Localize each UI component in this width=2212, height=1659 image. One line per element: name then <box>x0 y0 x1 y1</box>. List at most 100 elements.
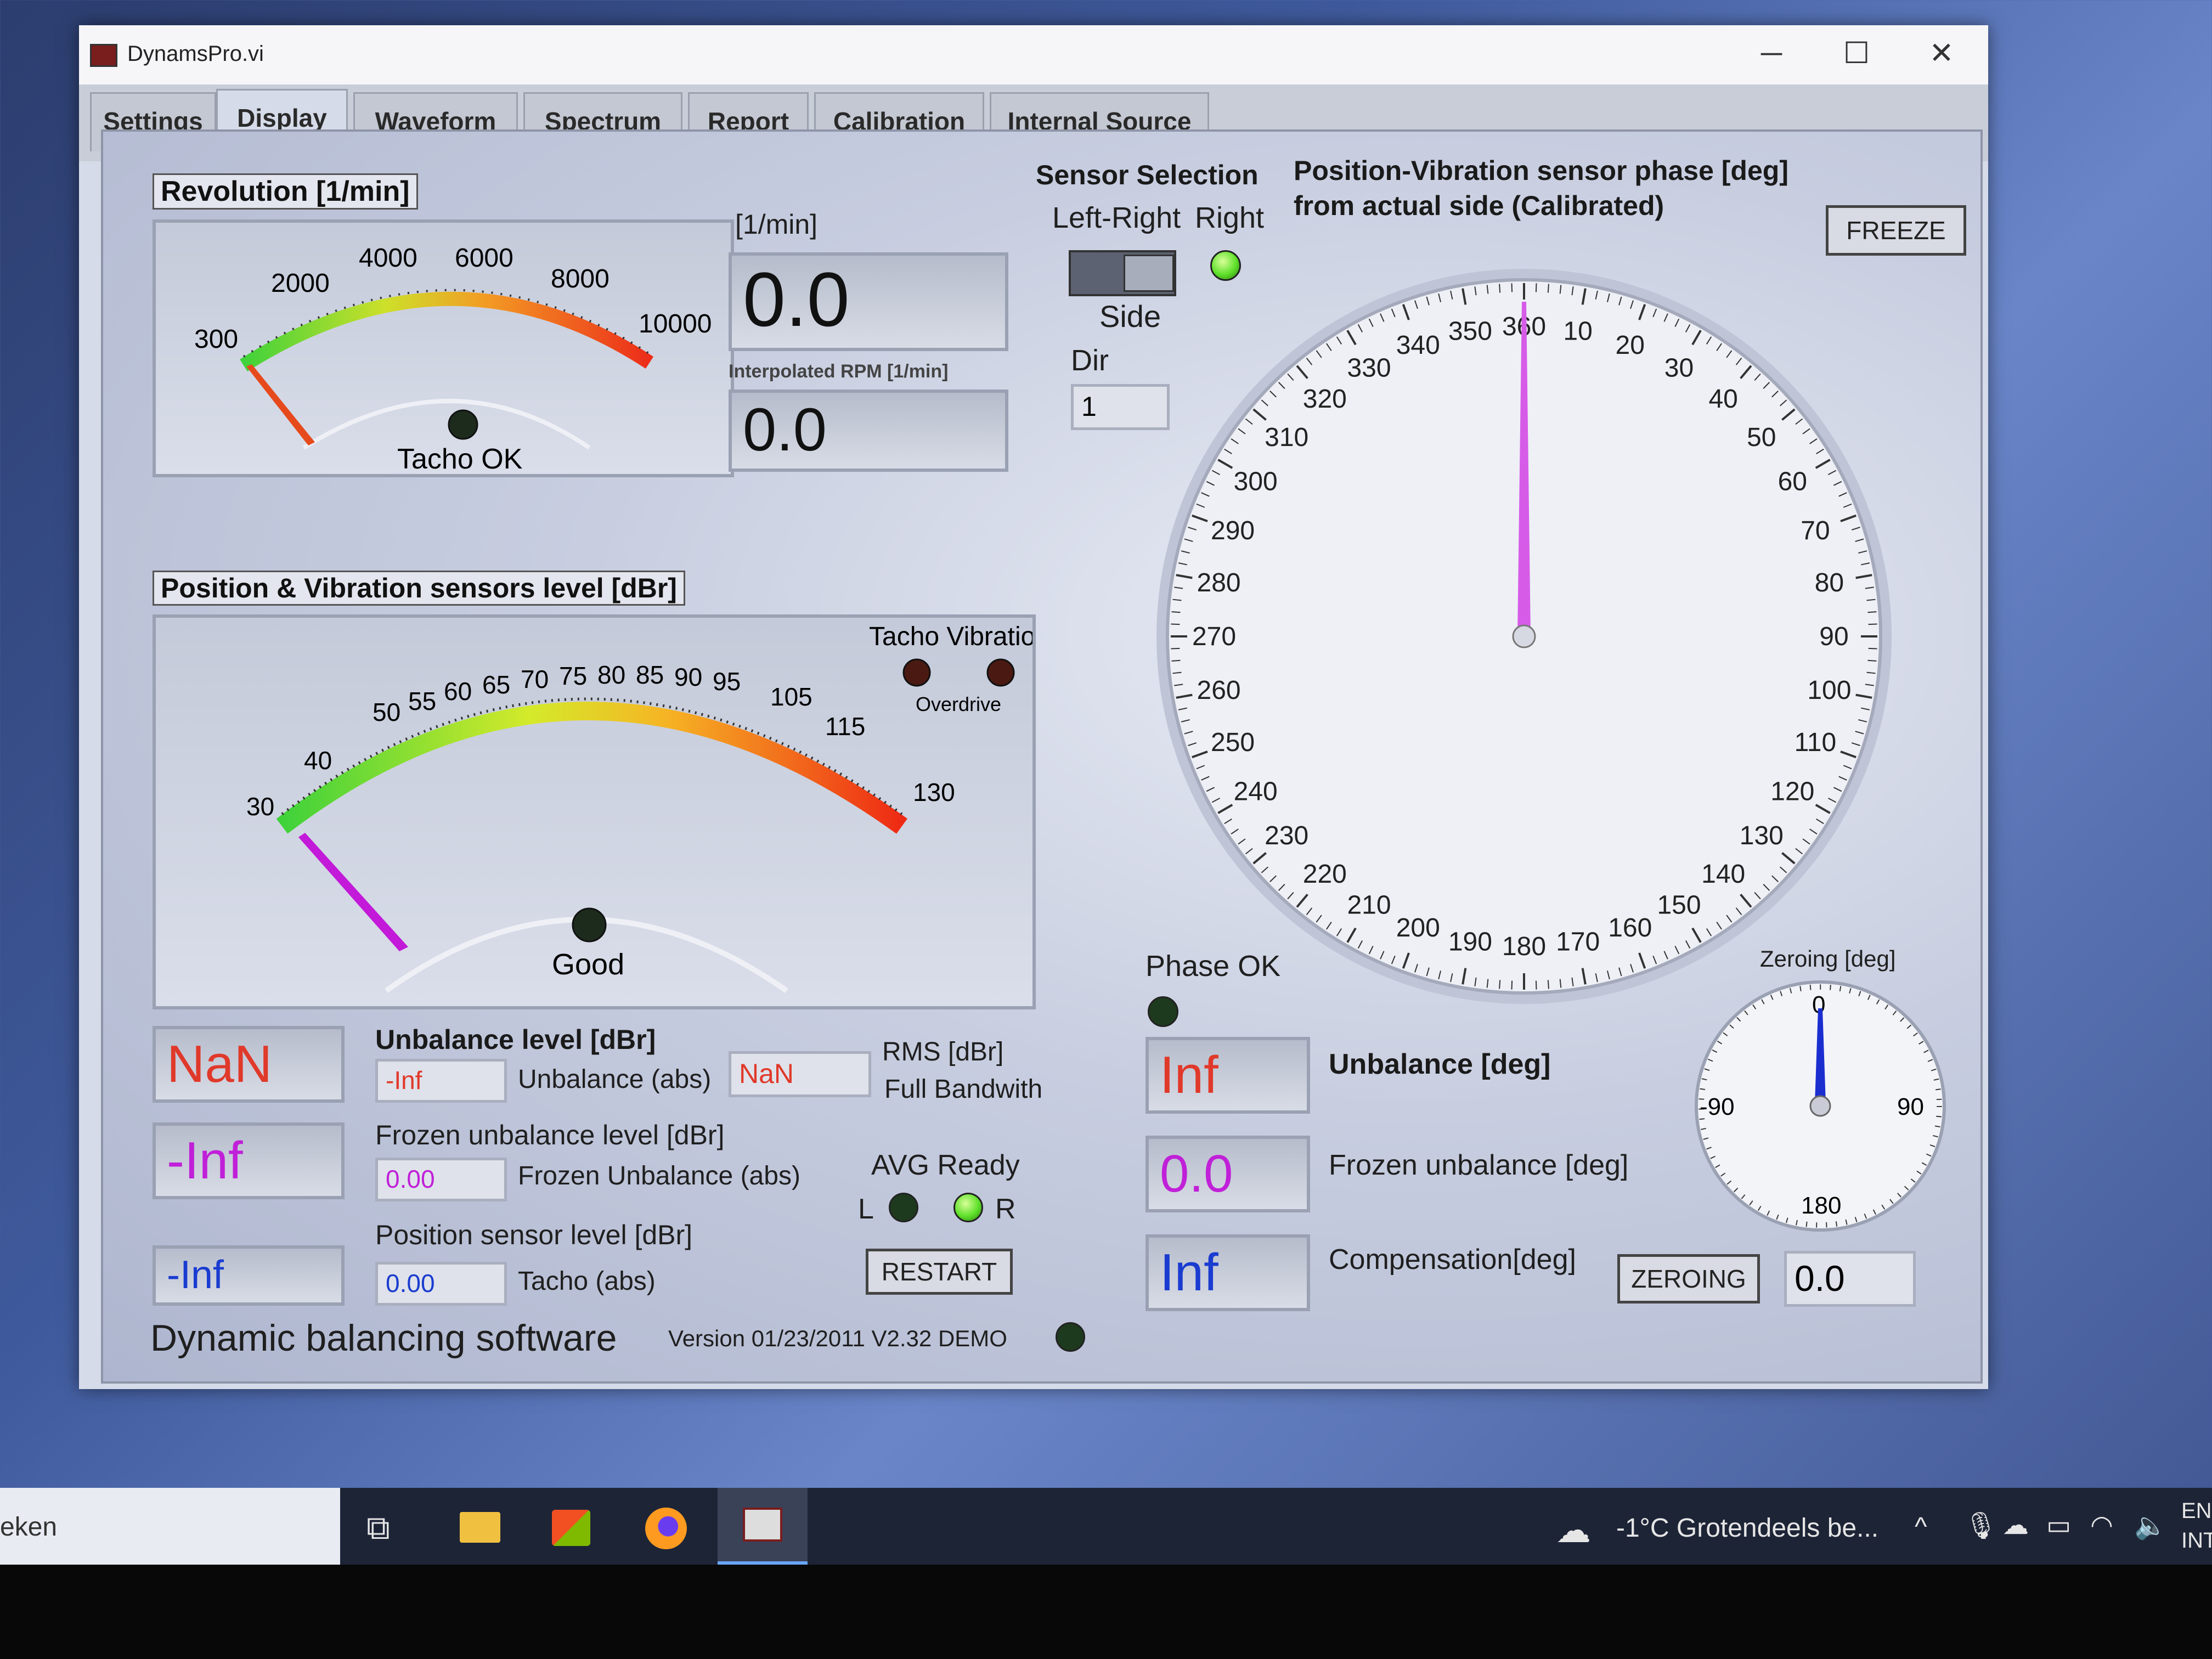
avg-l-led <box>889 1193 918 1222</box>
right-label: Right <box>1195 201 1265 234</box>
level-scale-arc <box>276 702 907 834</box>
battery-icon[interactable]: ▭ <box>2046 1510 2071 1541</box>
wifi-icon[interactable]: ◠ <box>2090 1510 2113 1541</box>
phase-dial-tick-label: 160 <box>1608 913 1652 943</box>
unbalance-deg-display: Inf <box>1146 1037 1310 1114</box>
zeroing-value-field[interactable]: 0.0 <box>1784 1251 1916 1307</box>
level-tick-label: 105 <box>770 682 812 711</box>
task-view-icon[interactable]: ⧉ <box>366 1509 390 1547</box>
revolution-scale-arc <box>240 291 654 371</box>
labview-icon <box>743 1508 782 1542</box>
store-icon[interactable] <box>552 1510 590 1546</box>
phase-dial-svg: 3601020304050607080901001101201301401501… <box>1156 269 1892 1004</box>
good-label: Good <box>552 948 624 981</box>
phase-dial: 3601020304050607080901001101201301401501… <box>1146 258 1903 1015</box>
zeroing-button[interactable]: ZEROING <box>1617 1254 1760 1304</box>
revolution-gauge: 300 2000 4000 6000 8000 10000 Tacho OK <box>153 219 734 477</box>
rms-field: NaN <box>729 1051 871 1097</box>
level-tick-label: 55 <box>408 687 436 715</box>
phase-dial-tick <box>1499 980 1501 989</box>
revolution-needle <box>246 364 315 445</box>
phase-dial-tick-label: 320 <box>1303 385 1347 414</box>
left-right-label: Left-Right <box>1052 201 1181 234</box>
phase-dial-tick <box>1535 283 1537 292</box>
phase-dial-tick-label: 180 <box>1502 932 1546 961</box>
tacho-vibration-label: Tacho Vibration <box>869 622 1032 651</box>
phase-dial-tick <box>1868 623 1877 625</box>
freeze-button[interactable]: FREEZE <box>1826 205 1966 256</box>
zeroing-tick-label: 90 <box>1897 1093 1924 1120</box>
maximize-button[interactable]: ☐ <box>1832 34 1881 72</box>
taskbar: eken ⧉ ☁ -1°C Grotendeels be... ^ 🎙 ☁ ▭ … <box>0 1488 2212 1565</box>
rms-label: RMS [dBr] <box>882 1037 1004 1066</box>
phase-dial-tick-label: 190 <box>1448 927 1492 956</box>
phase-dial-tick-label: 130 <box>1740 821 1784 850</box>
compensation-deg-label: Compensation[deg] <box>1329 1244 1576 1276</box>
frozen-level-title: Frozen unbalance level [dBr] <box>375 1120 725 1150</box>
phase-dial-tick-label: 110 <box>1795 728 1837 757</box>
unbalance-big-display: NaN <box>153 1026 345 1103</box>
revolution-tick-label: 4000 <box>359 244 417 273</box>
revolution-tick-label: 8000 <box>551 264 610 294</box>
level-tick-label: 130 <box>913 778 955 806</box>
dir-label: Dir <box>1071 344 1109 377</box>
phase-dial-tick <box>1499 284 1501 293</box>
level-tick-label: 115 <box>825 712 865 741</box>
phase-dial-tick-label: 300 <box>1234 467 1278 496</box>
language-layout[interactable]: INT <box>2181 1528 2212 1553</box>
zeroing-tick-label: 180 <box>1801 1192 1841 1219</box>
phase-needle-hub <box>1512 624 1536 648</box>
level-tick-label: 65 <box>482 670 510 699</box>
phase-dial-tick-label: 10 <box>1563 317 1592 346</box>
phase-dial-tick-label: 50 <box>1747 423 1776 452</box>
restart-button[interactable]: RESTART <box>866 1249 1013 1295</box>
phase-dial-tick-label: 100 <box>1807 676 1851 705</box>
unbalance-level-title: Unbalance level [dBr] <box>375 1024 656 1055</box>
version-label: Version 01/23/2011 V2.32 DEMO <box>668 1325 1007 1351</box>
chevron-up-icon[interactable]: ^ <box>1915 1512 1927 1542</box>
phase-dial-tick-label: 150 <box>1657 890 1701 919</box>
phase-dial-tick-label: 30 <box>1664 354 1694 383</box>
zeroing-dial-svg: 0 90 180 -90 <box>1695 980 1946 1232</box>
good-led <box>572 907 607 943</box>
phase-dial-tick-label: 350 <box>1448 317 1492 346</box>
search-box-text: eken <box>0 1513 58 1542</box>
speaker-icon[interactable]: 🔈 <box>2134 1510 2167 1541</box>
phase-dial-tick-label: 40 <box>1708 385 1737 414</box>
phase-dial-tick-label: 270 <box>1192 622 1236 651</box>
rpm-unit-label: [1/min] <box>735 209 818 240</box>
cloud-icon[interactable]: ☁ <box>2002 1510 2029 1541</box>
phase-dial-tick-label: 120 <box>1770 777 1814 806</box>
app-name-label: Dynamic balancing software <box>150 1317 617 1359</box>
tacho-ok-label: Tacho OK <box>397 443 523 474</box>
phase-dial-tick <box>1171 647 1180 650</box>
frozen-abs-label: Frozen Unbalance (abs) <box>518 1161 800 1190</box>
file-explorer-icon[interactable] <box>460 1512 500 1543</box>
frozen-big-display: -Inf <box>153 1122 345 1199</box>
compensation-deg-display: Inf <box>1146 1234 1310 1311</box>
phase-dial-tick <box>1547 284 1549 293</box>
weather-icon[interactable]: ☁ <box>1556 1510 1591 1551</box>
phase-dial-tick <box>1547 980 1549 989</box>
phase-dial-tick <box>1171 623 1180 625</box>
phase-dial-tick-label: 340 <box>1396 331 1440 360</box>
revolution-title: Revolution [1/min] <box>153 173 418 210</box>
weather-text[interactable]: -1°C Grotendeels be... <box>1616 1513 1878 1543</box>
avg-r-label: R <box>995 1193 1016 1225</box>
language-code[interactable]: EN <box>2181 1499 2212 1523</box>
phase-title-line2: from actual side (Calibrated) <box>1294 190 1664 221</box>
phase-dial-tick-label: 230 <box>1265 821 1308 850</box>
phase-title-line1: Position-Vibration sensor phase [deg] <box>1294 155 1788 186</box>
labview-taskbar-item[interactable] <box>718 1488 808 1565</box>
firefox-icon[interactable] <box>645 1508 687 1549</box>
microphone-icon[interactable]: 🎙 <box>1964 1510 1997 1541</box>
level-gauge: 30 40 50 55 60 65 70 75 80 85 90 95 105 … <box>153 614 1050 1009</box>
phase-dial-tick-label: 250 <box>1211 728 1255 757</box>
search-box[interactable]: eken <box>0 1488 340 1565</box>
close-button[interactable]: ✕ <box>1917 34 1966 72</box>
revolution-tick-label: 6000 <box>455 244 514 273</box>
minimize-button[interactable]: ─ <box>1747 34 1796 72</box>
frozen-abs-field: 0.00 <box>375 1158 507 1201</box>
avg-ready-label: AVG Ready <box>871 1149 1020 1181</box>
rpm-display: 0.0 <box>729 252 1008 351</box>
